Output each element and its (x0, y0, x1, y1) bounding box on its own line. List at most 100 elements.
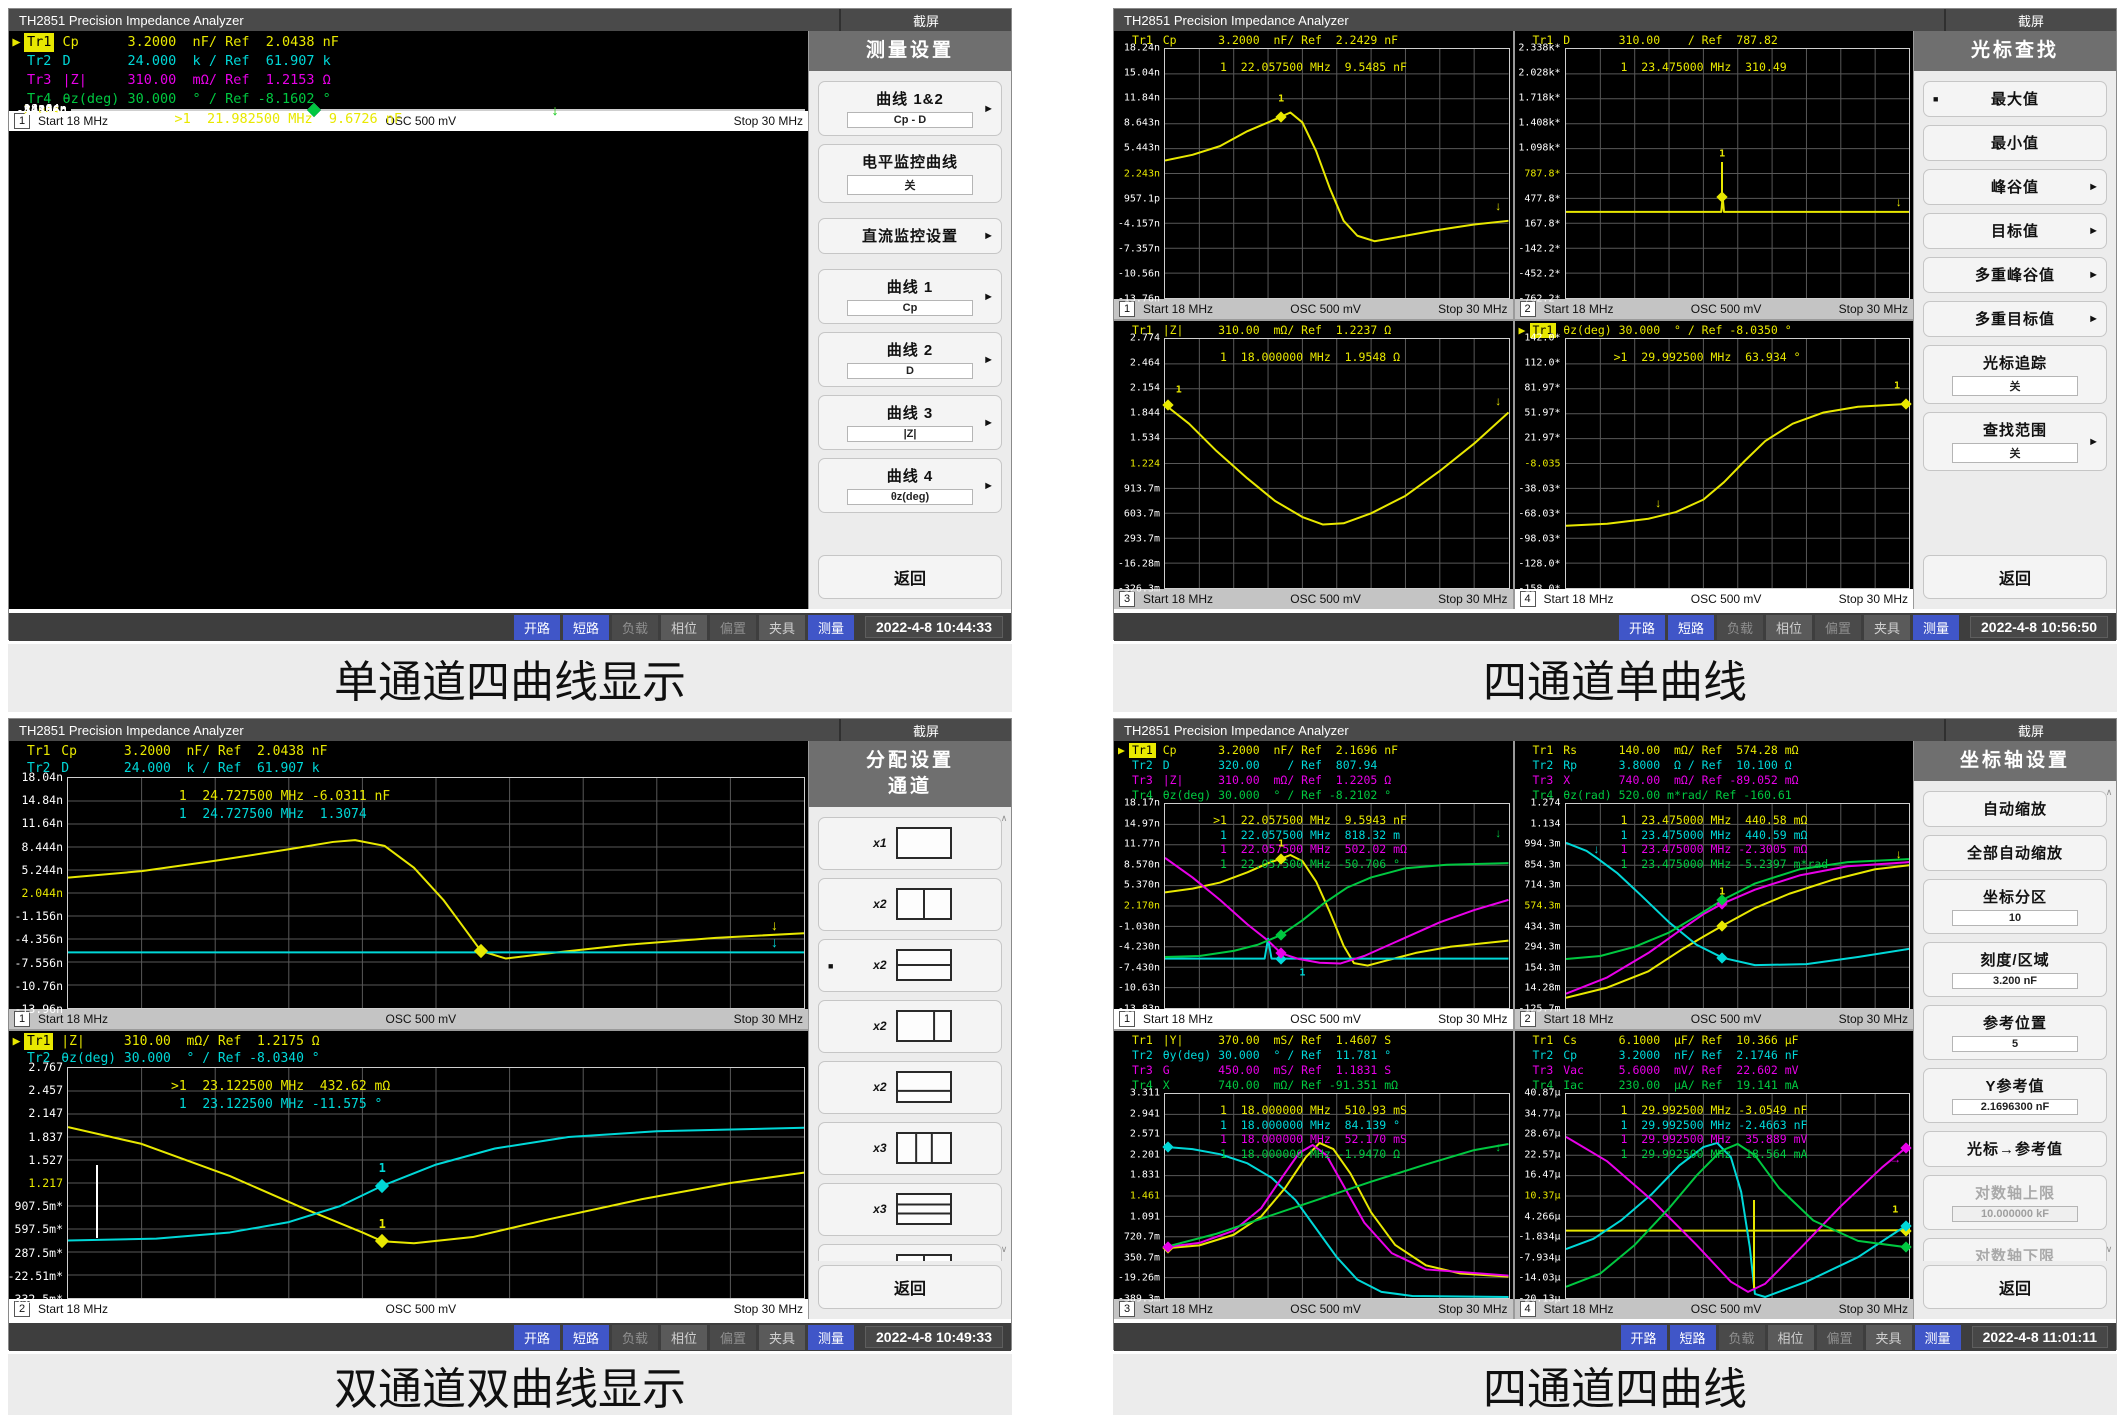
scroll-down-icon[interactable]: ∨ (1001, 1244, 1008, 1255)
sweep-info-strip[interactable]: 2Start 18 MHzOSC 500 mVStop 30 MHz (1515, 1009, 1914, 1029)
layout-option-button[interactable]: x3 (818, 1122, 1002, 1175)
status-button-开路[interactable]: 开路 (1619, 615, 1665, 640)
menu-button[interactable]: 坐标分区10 (1923, 879, 2107, 934)
screenshot-button[interactable]: 截屏 (1944, 719, 2116, 741)
graph-channel-4[interactable]: Tr1 Cs 6.1000 μF/ Ref 10.366 μF Tr2 Cp 3… (1515, 1031, 1914, 1319)
status-button-偏置[interactable]: 偏置 (1815, 615, 1861, 640)
menu-scrollbar[interactable]: ∧∨ (2103, 787, 2115, 1255)
menu-button[interactable]: 电平监控曲线关 (818, 144, 1002, 203)
back-button[interactable]: 返回 (818, 1265, 1002, 1309)
graph-channel-1[interactable]: Tr1 Cp 3.2000 nF/ Ref 2.0438 nF Tr2 D 24… (9, 741, 808, 1029)
graph-channel-2[interactable]: Tr1 Rs 140.00 mΩ/ Ref 574.28 mΩ Tr2 Rp 3… (1515, 741, 1914, 1029)
status-button-夹具[interactable]: 夹具 (1866, 1325, 1912, 1350)
y-axis-gutter: 2.338k*2.028k*1.718k*1.408k*1.098k*787.8… (1515, 48, 1565, 299)
status-button-负载[interactable]: 负载 (1719, 1325, 1765, 1350)
menu-scrollbar[interactable]: ∧∨ (998, 813, 1010, 1255)
sweep-info-strip[interactable]: 1Start 18 MHzOSC 500 mVStop 30 MHz (9, 111, 808, 131)
status-button-开路[interactable]: 开路 (1621, 1325, 1667, 1350)
menu-button[interactable]: 多重目标值► (1923, 301, 2107, 337)
layout-option-button[interactable]: x3 (818, 1183, 1002, 1236)
status-button-夹具[interactable]: 夹具 (759, 615, 805, 640)
sweep-info-strip[interactable]: 3Start 18 MHzOSC 500 mVStop 30 MHz (1114, 1299, 1513, 1319)
graph-channel-1[interactable]: Tr1 Cp 3.2000 nF/ Ref 2.2429 nF18.24n15.… (1114, 31, 1513, 319)
layout-option-button[interactable]: x2 (818, 878, 1002, 931)
graph-channel-4[interactable]: ▶Tr1 θz(deg) 30.000 ° / Ref -8.0350 °142… (1515, 321, 1914, 609)
menu-button[interactable]: 查找范围关► (1923, 412, 2107, 471)
sweep-info-strip[interactable]: 2Start 18 MHzOSC 500 mVStop 30 MHz (9, 1299, 808, 1319)
sweep-info-strip[interactable]: 2Start 18 MHzOSC 500 mVStop 30 MHz (1515, 299, 1914, 319)
back-button[interactable]: 返回 (1923, 1265, 2107, 1309)
status-button-偏置[interactable]: 偏置 (1817, 1325, 1863, 1350)
sweep-info-strip[interactable]: 1Start 18 MHzOSC 500 mVStop 30 MHz (9, 1009, 808, 1029)
menu-button[interactable]: 参考位置5 (1923, 1005, 2107, 1060)
menu-button[interactable]: 最小值 (1923, 125, 2107, 161)
sweep-info-strip[interactable]: 1Start 18 MHzOSC 500 mVStop 30 MHz (1114, 299, 1513, 319)
graph-channel-3[interactable]: Tr1 |Y| 370.00 mS/ Ref 1.4607 S Tr2 θy(d… (1114, 1031, 1513, 1319)
sweep-info-strip[interactable]: 1Start 18 MHzOSC 500 mVStop 30 MHz (1114, 1009, 1513, 1029)
status-button-短路[interactable]: 短路 (1668, 615, 1714, 640)
menu-button[interactable]: 刻度/区域3.200 nF (1923, 942, 2107, 997)
graph-channel-3[interactable]: Tr1 |Z| 310.00 mΩ/ Ref 1.2237 Ω2.7742.46… (1114, 321, 1513, 609)
status-button-相位[interactable]: 相位 (1768, 1325, 1814, 1350)
menu-button[interactable]: 直流监控设置► (818, 218, 1002, 254)
status-button-偏置[interactable]: 偏置 (710, 615, 756, 640)
screenshot-button[interactable]: 截屏 (839, 9, 1011, 31)
menu-button[interactable]: 曲线 1Cp► (818, 269, 1002, 324)
graph-channel-2[interactable]: Tr1 D 310.00 / Ref 787.822.338k*2.028k*1… (1515, 31, 1914, 319)
menu-button[interactable]: 对数轴上限10.000000 kF (1923, 1175, 2107, 1230)
status-button-短路[interactable]: 短路 (1670, 1325, 1716, 1350)
status-button-测量[interactable]: 测量 (1913, 615, 1959, 640)
status-button-负载[interactable]: 负载 (1717, 615, 1763, 640)
status-button-夹具[interactable]: 夹具 (1864, 615, 1910, 640)
status-button-负载[interactable]: 负载 (612, 1325, 658, 1350)
status-button-测量[interactable]: 测量 (1915, 1325, 1961, 1350)
menu-button[interactable]: 自动缩放 (1923, 791, 2107, 827)
trace-row: Tr1 |Y| 370.00 mS/ Ref 1.4607 S (1114, 1033, 1513, 1048)
menu-button[interactable]: 全部自动缩放 (1923, 835, 2107, 871)
status-button-短路[interactable]: 短路 (563, 1325, 609, 1350)
screenshot-button[interactable]: 截屏 (839, 719, 1011, 741)
graph-channel-2[interactable]: ▶Tr1 |Z| 310.00 mΩ/ Ref 1.2175 Ω Tr2 θz(… (9, 1031, 808, 1319)
sweep-info-strip[interactable]: 4Start 18 MHzOSC 500 mVStop 30 MHz (1515, 1299, 1914, 1319)
menu-button[interactable]: 曲线 3|Z|► (818, 395, 1002, 450)
menu-button[interactable]: Y参考值2.1696300 nF (1923, 1068, 2107, 1123)
sweep-info-strip[interactable]: 3Start 18 MHzOSC 500 mVStop 30 MHz (1114, 589, 1513, 609)
menu-button[interactable]: ■最大值 (1923, 81, 2107, 117)
menu-button[interactable]: 曲线 2D► (818, 332, 1002, 387)
layout-option-button[interactable]: ■x2 (818, 939, 1002, 992)
back-button[interactable]: 返回 (818, 555, 1002, 599)
menu-button[interactable]: 曲线 1&2Cp - D► (818, 81, 1002, 136)
status-button-相位[interactable]: 相位 (1766, 615, 1812, 640)
scroll-down-icon[interactable]: ∨ (2106, 1244, 2113, 1255)
status-button-开路[interactable]: 开路 (514, 1325, 560, 1350)
status-button-开路[interactable]: 开路 (514, 615, 560, 640)
menu-button[interactable]: 曲线 4θz(deg)► (818, 458, 1002, 513)
screenshot-button[interactable]: 截屏 (1944, 9, 2116, 31)
scroll-up-icon[interactable]: ∧ (2106, 787, 2113, 798)
status-button-夹具[interactable]: 夹具 (759, 1325, 805, 1350)
layout-option-button[interactable]: x2 (818, 1061, 1002, 1114)
status-button-短路[interactable]: 短路 (563, 615, 609, 640)
scroll-up-icon[interactable]: ∧ (1001, 813, 1008, 824)
layout-option-button[interactable]: x2 (818, 1000, 1002, 1053)
status-button-负载[interactable]: 负载 (612, 615, 658, 640)
menu-button[interactable]: 目标值► (1923, 213, 2107, 249)
menu-button[interactable]: 多重峰谷值► (1923, 257, 2107, 293)
menu-button[interactable]: 光标→参考值 (1923, 1131, 2107, 1167)
status-button-相位[interactable]: 相位 (661, 1325, 707, 1350)
graph-channel-1[interactable]: ▶Tr1 Cp 3.2000 nF/ Ref 2.1696 nF Tr2 D 3… (1114, 741, 1513, 1029)
status-button-相位[interactable]: 相位 (661, 615, 707, 640)
status-button-测量[interactable]: 测量 (808, 615, 854, 640)
status-button-偏置[interactable]: 偏置 (710, 1325, 756, 1350)
menu-button[interactable]: 对数轴下限 (1923, 1238, 2107, 1261)
layout-pattern-icon (896, 1132, 952, 1164)
graph-channel-1[interactable]: ▶Tr1 Cp 3.2000 nF/ Ref 2.0438 nF Tr2 D 2… (9, 31, 808, 131)
y-axis-tick-label: -19.26m (1118, 1273, 1160, 1284)
back-button[interactable]: 返回 (1923, 555, 2107, 599)
layout-option-button[interactable]: x3 (818, 1244, 1002, 1261)
status-button-测量[interactable]: 测量 (808, 1325, 854, 1350)
sweep-info-strip[interactable]: 4Start 18 MHzOSC 500 mVStop 30 MHz (1515, 589, 1914, 609)
menu-button[interactable]: 光标追踪关 (1923, 345, 2107, 404)
layout-option-button[interactable]: x1 (818, 817, 1002, 870)
menu-button[interactable]: 峰谷值► (1923, 169, 2107, 205)
